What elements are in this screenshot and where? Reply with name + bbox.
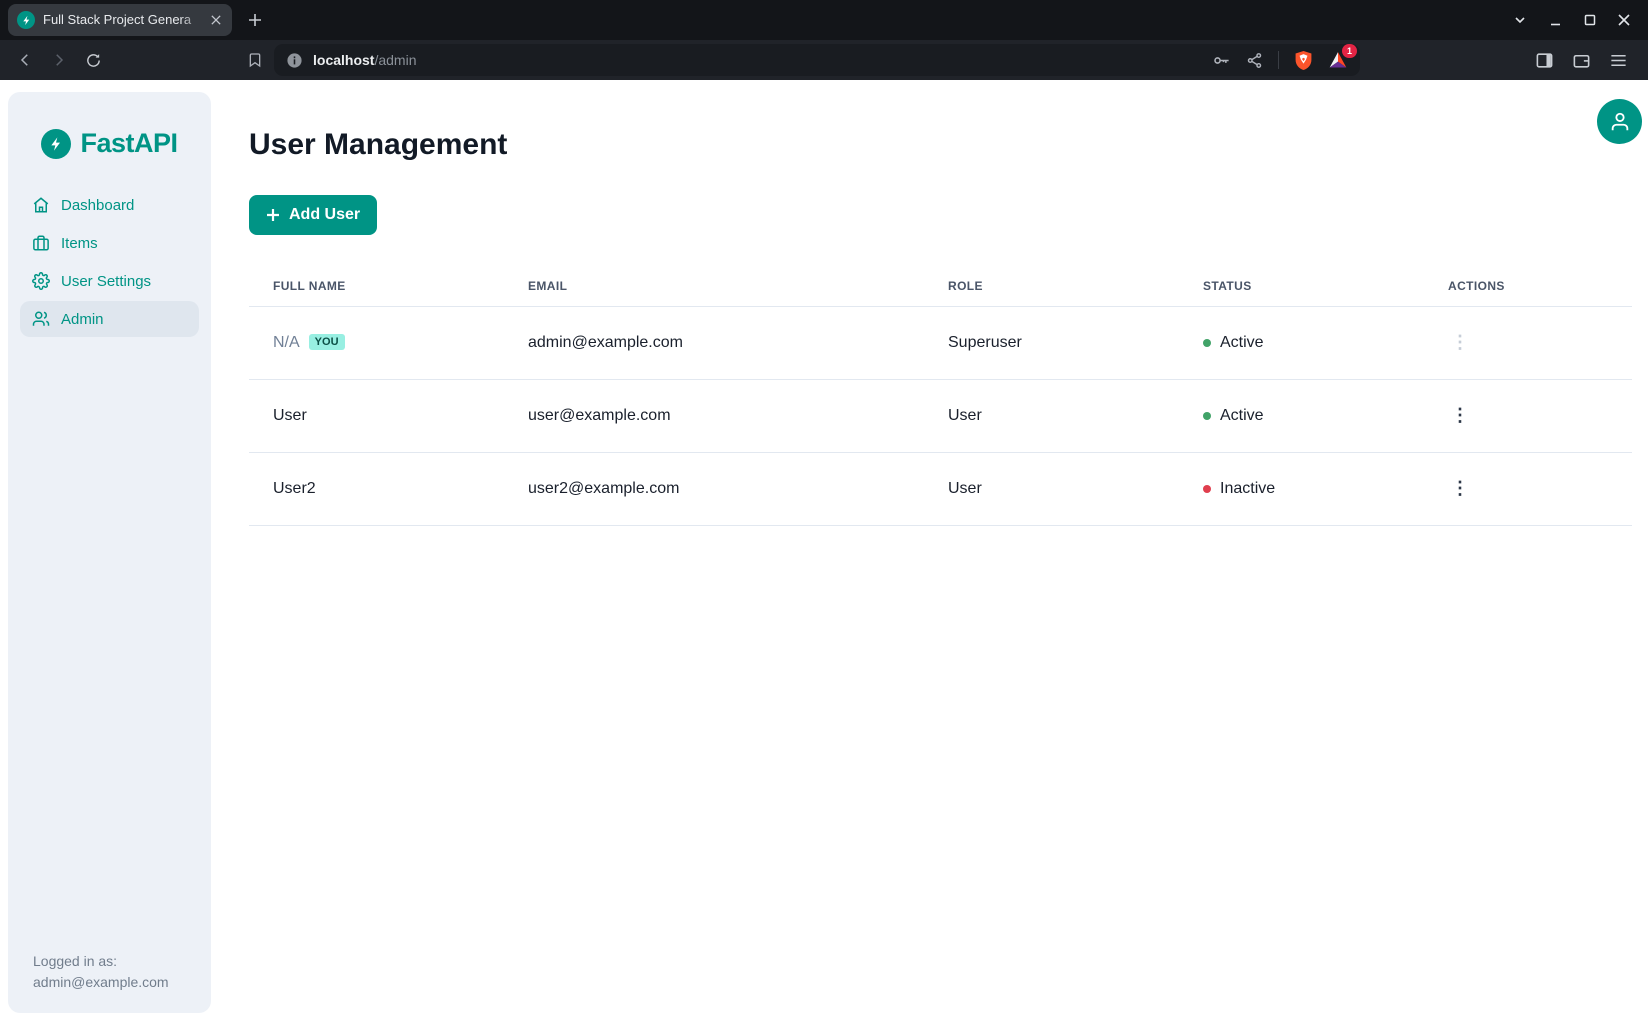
fastapi-bolt-icon [41,129,71,159]
url-path: /admin [374,52,416,68]
cell-status: Active [1179,307,1424,380]
col-status: STATUS [1179,265,1424,307]
sidebar: FastAPI Dashboard Items User Settings Ad… [8,92,211,1013]
rewards-badge: 1 [1342,44,1357,58]
status-dot-active [1203,339,1211,347]
col-full-name: FULL NAME [249,265,504,307]
url-bar[interactable]: localhost/admin 1 [274,44,1360,76]
url-text: localhost/admin [313,52,417,68]
toolbar-right-icons [1535,51,1638,70]
fastapi-favicon-icon [17,11,35,29]
cell-role: User [924,453,1179,526]
fastapi-logo: FastAPI [8,92,211,159]
close-window-icon[interactable] [1618,14,1630,26]
logo-text: FastAPI [80,128,177,159]
briefcase-icon [32,234,50,252]
sidebar-item-items[interactable]: Items [20,225,199,261]
you-badge: YOU [309,334,345,350]
divider [1278,51,1279,69]
status-dot-inactive [1203,485,1211,493]
home-icon [32,196,50,214]
cell-email: admin@example.com [504,307,924,380]
tab-search-chevron-icon[interactable] [1513,13,1527,27]
browser-tab[interactable]: Full Stack Project Genera [8,4,232,36]
back-icon[interactable] [10,45,40,75]
main-panel: User Management Add User FULL NAME EMAIL… [249,80,1632,526]
cell-full-name: N/A [273,334,300,351]
row-actions-menu-icon[interactable]: ⋮ [1448,333,1472,351]
table-row: User user@example.com User Active ⋮ [249,380,1632,453]
sidebar-item-label: Admin [61,311,104,328]
brave-rewards-icon[interactable]: 1 [1328,51,1348,69]
maximize-icon[interactable] [1584,14,1596,26]
new-tab-icon[interactable] [240,5,270,35]
sidebar-item-user-settings[interactable]: User Settings [20,263,199,299]
logged-in-label: Logged in as: [33,951,169,972]
row-actions-menu-icon[interactable]: ⋮ [1448,406,1472,424]
plus-icon [266,208,280,222]
tab-close-icon[interactable] [206,10,226,30]
table-header-row: FULL NAME EMAIL ROLE STATUS ACTIONS [249,265,1632,307]
cell-email: user2@example.com [504,453,924,526]
page-title: User Management [249,128,1632,162]
logged-in-footer: Logged in as: admin@example.com [33,951,169,993]
sidebar-item-label: Items [61,235,98,252]
sidebar-nav: Dashboard Items User Settings Admin [20,187,199,337]
menu-hamburger-icon[interactable] [1609,51,1628,70]
password-key-icon[interactable] [1212,51,1231,70]
wallet-icon[interactable] [1572,51,1591,70]
forward-icon[interactable] [44,45,74,75]
window-controls [1513,13,1648,27]
add-user-label: Add User [289,206,360,224]
sidebar-item-label: Dashboard [61,197,134,214]
omnibox-trailing-icons: 1 [1212,50,1348,71]
sidebar-item-admin[interactable]: Admin [20,301,199,337]
cell-email: user@example.com [504,380,924,453]
col-email: EMAIL [504,265,924,307]
cell-status: Inactive [1179,453,1424,526]
sidebar-toggle-icon[interactable] [1535,51,1554,70]
table-row: User2 user2@example.com User Inactive ⋮ [249,453,1632,526]
browser-titlebar: Full Stack Project Genera [0,0,1648,40]
share-icon[interactable] [1246,52,1263,69]
brave-shield-icon[interactable] [1294,50,1313,71]
site-info-icon[interactable] [286,52,303,69]
gear-icon [32,272,50,290]
page-content: FastAPI Dashboard Items User Settings Ad… [0,80,1648,1025]
url-host: localhost [313,52,374,68]
sidebar-item-dashboard[interactable]: Dashboard [20,187,199,223]
cell-full-name: User2 [249,453,504,526]
users-icon [32,310,50,328]
status-dot-active [1203,412,1211,420]
row-actions-menu-icon[interactable]: ⋮ [1448,479,1472,497]
tab-title: Full Stack Project Genera [43,12,206,28]
cell-status: Active [1179,380,1424,453]
table-row: N/A YOU admin@example.com Superuser Activ… [249,307,1632,380]
add-user-button[interactable]: Add User [249,195,377,235]
col-role: ROLE [924,265,1179,307]
sidebar-item-label: User Settings [61,273,151,290]
cell-role: User [924,380,1179,453]
cell-role: Superuser [924,307,1179,380]
cell-full-name: User [249,380,504,453]
browser-toolbar: localhost/admin 1 [0,40,1648,80]
users-table: FULL NAME EMAIL ROLE STATUS ACTIONS N/A Y… [249,265,1632,526]
col-actions: ACTIONS [1424,265,1632,307]
bookmark-icon[interactable] [240,45,270,75]
reload-icon[interactable] [78,45,108,75]
minimize-icon[interactable] [1549,14,1562,27]
logged-in-email: admin@example.com [33,972,169,993]
